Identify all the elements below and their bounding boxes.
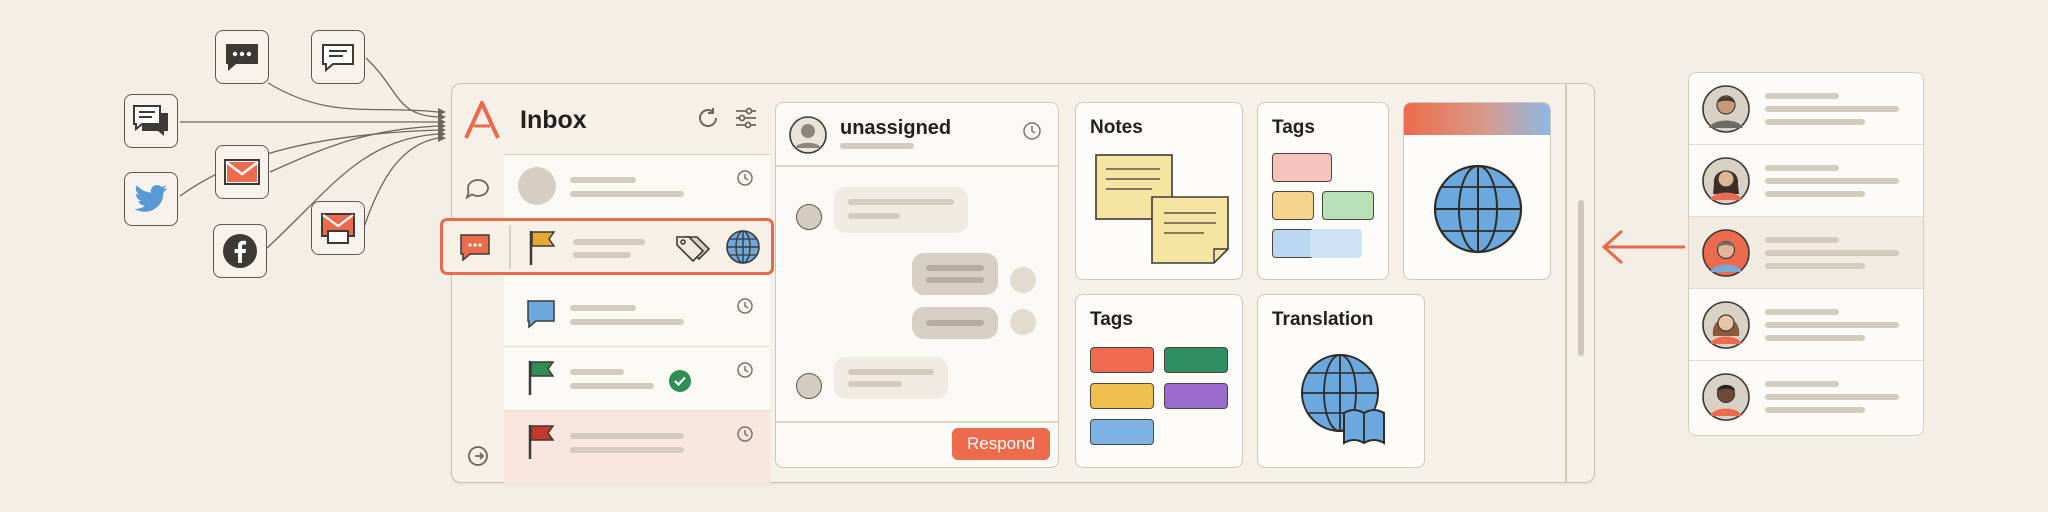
tags-card[interactable]: Tags xyxy=(1257,102,1389,280)
chat-bubble-icon xyxy=(226,44,258,71)
translation-card[interactable]: Translation xyxy=(1257,294,1425,468)
message-bubble-incoming xyxy=(834,357,948,399)
inbox-title: Inbox xyxy=(520,106,587,134)
flag-red-icon xyxy=(528,425,555,459)
gradient-banner xyxy=(1404,103,1550,135)
message-bubble-outgoing xyxy=(912,307,998,339)
agent-row[interactable] xyxy=(1689,73,1923,145)
tag-chip xyxy=(1272,191,1314,220)
agent-avatar-4 xyxy=(1702,301,1750,349)
logout-icon[interactable] xyxy=(466,444,490,468)
respond-button[interactable]: Respond xyxy=(952,428,1050,460)
check-circle-icon xyxy=(669,370,691,392)
message-channel[interactable] xyxy=(311,30,365,84)
notes-card-title: Notes xyxy=(1090,117,1143,138)
clock-icon xyxy=(737,362,753,378)
conversation-row[interactable] xyxy=(504,155,770,219)
flag-yellow-icon xyxy=(529,231,556,265)
tags-card-title: Tags xyxy=(1272,117,1315,138)
message-icon xyxy=(322,44,354,72)
agent-avatar-1 xyxy=(1702,85,1750,133)
tag-chip xyxy=(1272,229,1314,258)
agent-row[interactable] xyxy=(1689,361,1923,433)
tag-chip-blue xyxy=(1090,419,1154,445)
email-icon xyxy=(224,159,260,185)
left-rail xyxy=(452,154,505,482)
message-avatar xyxy=(1010,309,1036,335)
mail-inbox-icon xyxy=(321,213,355,244)
conversation-row[interactable] xyxy=(504,411,770,483)
message-avatar xyxy=(796,373,822,399)
chat-icon[interactable] xyxy=(465,176,491,200)
tags-colors-card[interactable]: Tags xyxy=(1075,294,1243,468)
clock-icon xyxy=(737,298,753,314)
assignee-name: unassigned xyxy=(840,117,952,139)
conversation-row[interactable] xyxy=(504,347,770,411)
scrollbar-thumb[interactable] xyxy=(1578,200,1584,356)
translation-card-title: Translation xyxy=(1272,309,1374,330)
agent-list xyxy=(1688,72,1924,436)
clock-icon xyxy=(1023,122,1041,140)
tag-icon xyxy=(676,236,711,263)
chat-bubble-channel[interactable] xyxy=(215,30,269,84)
translation-preview-card[interactable] xyxy=(1403,102,1551,280)
conversation-row[interactable] xyxy=(504,283,770,347)
avatar xyxy=(789,116,827,154)
globe-icon xyxy=(726,230,760,264)
tag-chip-dragging xyxy=(1310,229,1362,258)
tags-colors-card-title: Tags xyxy=(1090,309,1133,330)
sticky-notes-icon xyxy=(1095,154,1229,264)
agent-row[interactable] xyxy=(1689,289,1923,361)
refresh-icon[interactable] xyxy=(696,106,720,130)
agent-avatar-5 xyxy=(1702,373,1750,421)
message-avatar xyxy=(796,204,822,230)
globe-icon xyxy=(1433,164,1523,254)
agent-avatar-2 xyxy=(1702,157,1750,205)
app-logo-icon xyxy=(464,101,500,139)
clock-icon xyxy=(737,426,753,442)
panel-divider xyxy=(1565,83,1567,483)
sms-icon xyxy=(133,105,168,136)
translation-globe-book-icon xyxy=(1301,354,1385,445)
chat-bubble-blue-icon xyxy=(527,300,555,329)
twitter-icon xyxy=(134,185,167,212)
tag-chip-purple xyxy=(1164,383,1228,409)
facebook-channel[interactable] xyxy=(213,224,267,278)
tag-chip-yellow xyxy=(1090,383,1154,409)
flag-green-icon xyxy=(528,361,555,395)
facebook-icon xyxy=(223,234,257,268)
tag-chip-green xyxy=(1164,347,1228,373)
clock-icon xyxy=(737,170,753,186)
message-bubble-outgoing xyxy=(912,253,998,295)
avatar xyxy=(518,167,556,205)
tag-chip xyxy=(1272,153,1332,182)
highlighted-conversation[interactable] xyxy=(440,218,774,275)
mail-inbox-channel[interactable] xyxy=(311,201,365,255)
agent-avatar-3 xyxy=(1702,229,1750,277)
agent-row-selected[interactable] xyxy=(1689,217,1923,289)
tag-chip xyxy=(1322,191,1374,220)
tag-chip-red xyxy=(1090,347,1154,373)
agent-row[interactable] xyxy=(1689,145,1923,217)
message-bubble-incoming xyxy=(834,187,968,233)
sms-channel[interactable] xyxy=(124,94,178,148)
message-avatar xyxy=(1010,267,1036,293)
twitter-channel[interactable] xyxy=(124,172,178,226)
notes-card[interactable]: Notes xyxy=(1075,102,1243,280)
chat-bubble-red-icon xyxy=(460,234,490,262)
filter-sliders-icon[interactable] xyxy=(734,106,758,130)
chat-panel: unassigned Respond xyxy=(775,102,1059,468)
email-channel[interactable] xyxy=(215,145,269,199)
conversation-list xyxy=(504,154,770,483)
